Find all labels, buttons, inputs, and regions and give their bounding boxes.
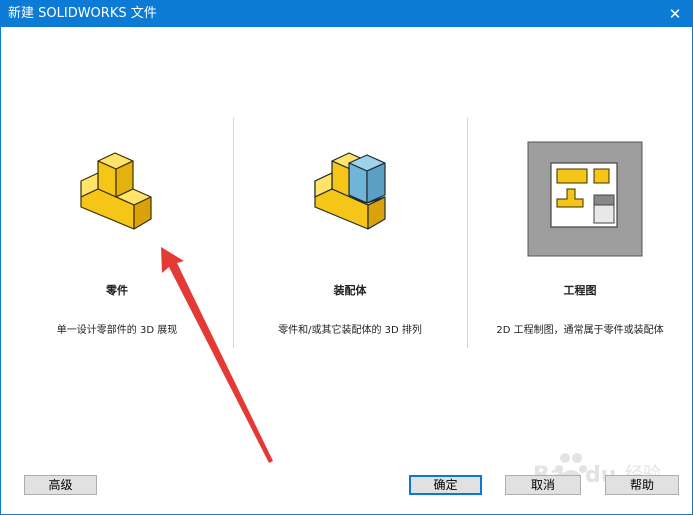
template-assembly[interactable]: 装配体 零件和/或其它装配体的 3D 排列	[235, 119, 465, 347]
template-part-label: 零件	[106, 284, 128, 297]
template-drawing-description: 2D 工程制图，通常属于零件或装配体	[496, 325, 664, 336]
help-button[interactable]: 帮助	[605, 475, 679, 495]
divider	[233, 118, 234, 348]
drawing-icon	[527, 141, 643, 257]
divider	[467, 118, 468, 348]
template-assembly-label: 装配体	[333, 284, 367, 297]
template-drawing[interactable]: 工程图 2D 工程制图，通常属于零件或装配体	[469, 119, 691, 347]
close-icon: ✕	[668, 5, 682, 23]
title-bar[interactable]: 新建 SOLIDWORKS 文件 ✕	[1, 1, 692, 27]
cancel-button[interactable]: 取消	[505, 475, 581, 495]
window-title: 新建 SOLIDWORKS 文件	[8, 6, 157, 21]
close-button[interactable]: ✕	[658, 1, 692, 27]
template-drawing-label: 工程图	[563, 284, 597, 297]
part-icon	[80, 152, 152, 230]
template-part[interactable]: 零件 单一设计零部件的 3D 展现	[3, 119, 231, 347]
new-document-dialog: 新建 SOLIDWORKS 文件 ✕ 零件 单一设计零部件的 3D 展现 装配体…	[0, 0, 693, 515]
ok-button[interactable]: 确定	[409, 475, 482, 495]
advanced-button[interactable]: 高级	[24, 475, 97, 495]
template-assembly-description: 零件和/或其它装配体的 3D 排列	[278, 325, 422, 336]
assembly-icon	[314, 152, 386, 230]
template-part-description: 单一设计零部件的 3D 展现	[56, 325, 178, 336]
